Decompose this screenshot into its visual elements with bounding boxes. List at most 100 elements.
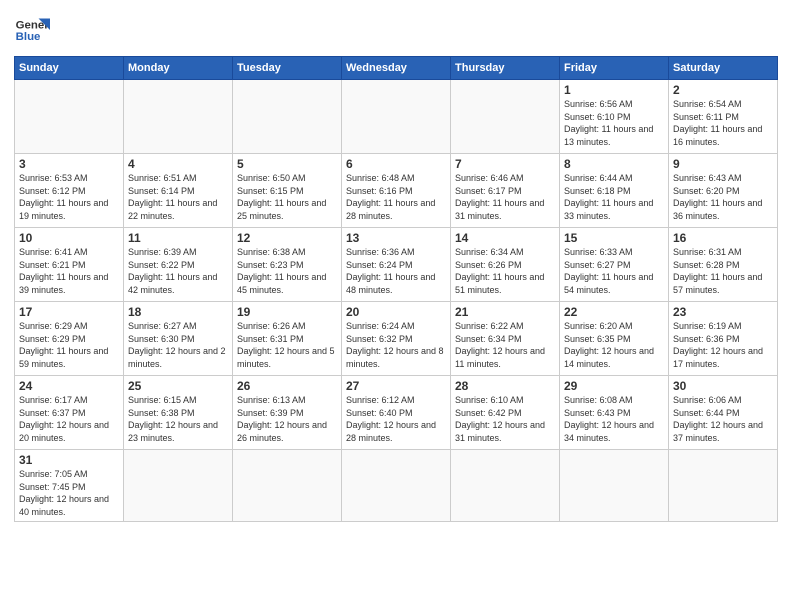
calendar-cell: 19Sunrise: 6:26 AM Sunset: 6:31 PM Dayli… [233,302,342,376]
calendar-body: 1Sunrise: 6:56 AM Sunset: 6:10 PM Daylig… [15,80,778,522]
calendar-cell: 3Sunrise: 6:53 AM Sunset: 6:12 PM Daylig… [15,154,124,228]
calendar-cell [15,80,124,154]
calendar-cell: 1Sunrise: 6:56 AM Sunset: 6:10 PM Daylig… [560,80,669,154]
week-row-2: 3Sunrise: 6:53 AM Sunset: 6:12 PM Daylig… [15,154,778,228]
svg-text:Blue: Blue [16,31,41,43]
day-info: Sunrise: 6:08 AM Sunset: 6:43 PM Dayligh… [564,394,664,444]
day-info: Sunrise: 6:39 AM Sunset: 6:22 PM Dayligh… [128,246,228,296]
day-number: 18 [128,305,228,319]
day-number: 8 [564,157,664,171]
calendar-cell: 26Sunrise: 6:13 AM Sunset: 6:39 PM Dayli… [233,376,342,450]
week-row-1: 1Sunrise: 6:56 AM Sunset: 6:10 PM Daylig… [15,80,778,154]
day-info: Sunrise: 6:22 AM Sunset: 6:34 PM Dayligh… [455,320,555,370]
calendar-cell: 9Sunrise: 6:43 AM Sunset: 6:20 PM Daylig… [669,154,778,228]
calendar-cell: 6Sunrise: 6:48 AM Sunset: 6:16 PM Daylig… [342,154,451,228]
day-number: 4 [128,157,228,171]
day-number: 6 [346,157,446,171]
calendar-cell: 22Sunrise: 6:20 AM Sunset: 6:35 PM Dayli… [560,302,669,376]
weekday-header-thursday: Thursday [451,57,560,80]
week-row-5: 24Sunrise: 6:17 AM Sunset: 6:37 PM Dayli… [15,376,778,450]
calendar-cell: 17Sunrise: 6:29 AM Sunset: 6:29 PM Dayli… [15,302,124,376]
day-info: Sunrise: 6:44 AM Sunset: 6:18 PM Dayligh… [564,172,664,222]
calendar-cell: 31Sunrise: 7:05 AM Sunset: 7:45 PM Dayli… [15,450,124,522]
day-number: 29 [564,379,664,393]
weekday-header-monday: Monday [124,57,233,80]
calendar-cell [233,450,342,522]
calendar-cell [342,80,451,154]
weekday-header-friday: Friday [560,57,669,80]
day-number: 3 [19,157,119,171]
day-info: Sunrise: 6:26 AM Sunset: 6:31 PM Dayligh… [237,320,337,370]
calendar-cell [451,80,560,154]
day-info: Sunrise: 6:19 AM Sunset: 6:36 PM Dayligh… [673,320,773,370]
calendar-cell: 11Sunrise: 6:39 AM Sunset: 6:22 PM Dayli… [124,228,233,302]
calendar-cell: 27Sunrise: 6:12 AM Sunset: 6:40 PM Dayli… [342,376,451,450]
day-info: Sunrise: 6:17 AM Sunset: 6:37 PM Dayligh… [19,394,119,444]
calendar-cell: 24Sunrise: 6:17 AM Sunset: 6:37 PM Dayli… [15,376,124,450]
day-info: Sunrise: 6:34 AM Sunset: 6:26 PM Dayligh… [455,246,555,296]
day-number: 23 [673,305,773,319]
calendar-cell: 20Sunrise: 6:24 AM Sunset: 6:32 PM Dayli… [342,302,451,376]
calendar-cell: 8Sunrise: 6:44 AM Sunset: 6:18 PM Daylig… [560,154,669,228]
day-info: Sunrise: 6:46 AM Sunset: 6:17 PM Dayligh… [455,172,555,222]
day-number: 26 [237,379,337,393]
day-info: Sunrise: 6:29 AM Sunset: 6:29 PM Dayligh… [19,320,119,370]
day-number: 20 [346,305,446,319]
calendar-cell: 16Sunrise: 6:31 AM Sunset: 6:28 PM Dayli… [669,228,778,302]
week-row-4: 17Sunrise: 6:29 AM Sunset: 6:29 PM Dayli… [15,302,778,376]
calendar-cell: 18Sunrise: 6:27 AM Sunset: 6:30 PM Dayli… [124,302,233,376]
calendar-cell: 10Sunrise: 6:41 AM Sunset: 6:21 PM Dayli… [15,228,124,302]
day-number: 1 [564,83,664,97]
calendar-cell [124,450,233,522]
day-info: Sunrise: 6:54 AM Sunset: 6:11 PM Dayligh… [673,98,773,148]
weekday-header-tuesday: Tuesday [233,57,342,80]
day-number: 15 [564,231,664,245]
calendar-cell: 28Sunrise: 6:10 AM Sunset: 6:42 PM Dayli… [451,376,560,450]
day-number: 2 [673,83,773,97]
calendar-cell [342,450,451,522]
day-number: 13 [346,231,446,245]
day-number: 25 [128,379,228,393]
day-info: Sunrise: 6:27 AM Sunset: 6:30 PM Dayligh… [128,320,228,370]
day-info: Sunrise: 6:13 AM Sunset: 6:39 PM Dayligh… [237,394,337,444]
day-info: Sunrise: 6:38 AM Sunset: 6:23 PM Dayligh… [237,246,337,296]
day-number: 7 [455,157,555,171]
calendar-cell [233,80,342,154]
header: General Blue [14,12,778,48]
calendar-cell: 29Sunrise: 6:08 AM Sunset: 6:43 PM Dayli… [560,376,669,450]
day-number: 9 [673,157,773,171]
calendar-cell: 25Sunrise: 6:15 AM Sunset: 6:38 PM Dayli… [124,376,233,450]
day-info: Sunrise: 6:41 AM Sunset: 6:21 PM Dayligh… [19,246,119,296]
calendar-header: SundayMondayTuesdayWednesdayThursdayFrid… [15,57,778,80]
calendar-cell: 4Sunrise: 6:51 AM Sunset: 6:14 PM Daylig… [124,154,233,228]
logo: General Blue [14,12,50,48]
day-number: 24 [19,379,119,393]
day-number: 31 [19,453,119,467]
calendar-page: General Blue SundayMondayTuesdayWednesda… [0,0,792,612]
day-info: Sunrise: 6:43 AM Sunset: 6:20 PM Dayligh… [673,172,773,222]
calendar-cell: 14Sunrise: 6:34 AM Sunset: 6:26 PM Dayli… [451,228,560,302]
day-number: 5 [237,157,337,171]
calendar-cell [560,450,669,522]
day-info: Sunrise: 6:33 AM Sunset: 6:27 PM Dayligh… [564,246,664,296]
calendar-cell: 5Sunrise: 6:50 AM Sunset: 6:15 PM Daylig… [233,154,342,228]
calendar-cell: 7Sunrise: 6:46 AM Sunset: 6:17 PM Daylig… [451,154,560,228]
day-info: Sunrise: 6:15 AM Sunset: 6:38 PM Dayligh… [128,394,228,444]
day-info: Sunrise: 6:56 AM Sunset: 6:10 PM Dayligh… [564,98,664,148]
day-number: 28 [455,379,555,393]
week-row-6: 31Sunrise: 7:05 AM Sunset: 7:45 PM Dayli… [15,450,778,522]
calendar-table: SundayMondayTuesdayWednesdayThursdayFrid… [14,56,778,522]
weekday-header-sunday: Sunday [15,57,124,80]
calendar-cell: 21Sunrise: 6:22 AM Sunset: 6:34 PM Dayli… [451,302,560,376]
calendar-cell: 15Sunrise: 6:33 AM Sunset: 6:27 PM Dayli… [560,228,669,302]
day-number: 21 [455,305,555,319]
day-info: Sunrise: 6:31 AM Sunset: 6:28 PM Dayligh… [673,246,773,296]
day-number: 22 [564,305,664,319]
calendar-cell: 23Sunrise: 6:19 AM Sunset: 6:36 PM Dayli… [669,302,778,376]
day-number: 14 [455,231,555,245]
day-info: Sunrise: 6:48 AM Sunset: 6:16 PM Dayligh… [346,172,446,222]
day-info: Sunrise: 6:10 AM Sunset: 6:42 PM Dayligh… [455,394,555,444]
day-info: Sunrise: 6:51 AM Sunset: 6:14 PM Dayligh… [128,172,228,222]
day-number: 17 [19,305,119,319]
day-info: Sunrise: 7:05 AM Sunset: 7:45 PM Dayligh… [19,468,119,518]
